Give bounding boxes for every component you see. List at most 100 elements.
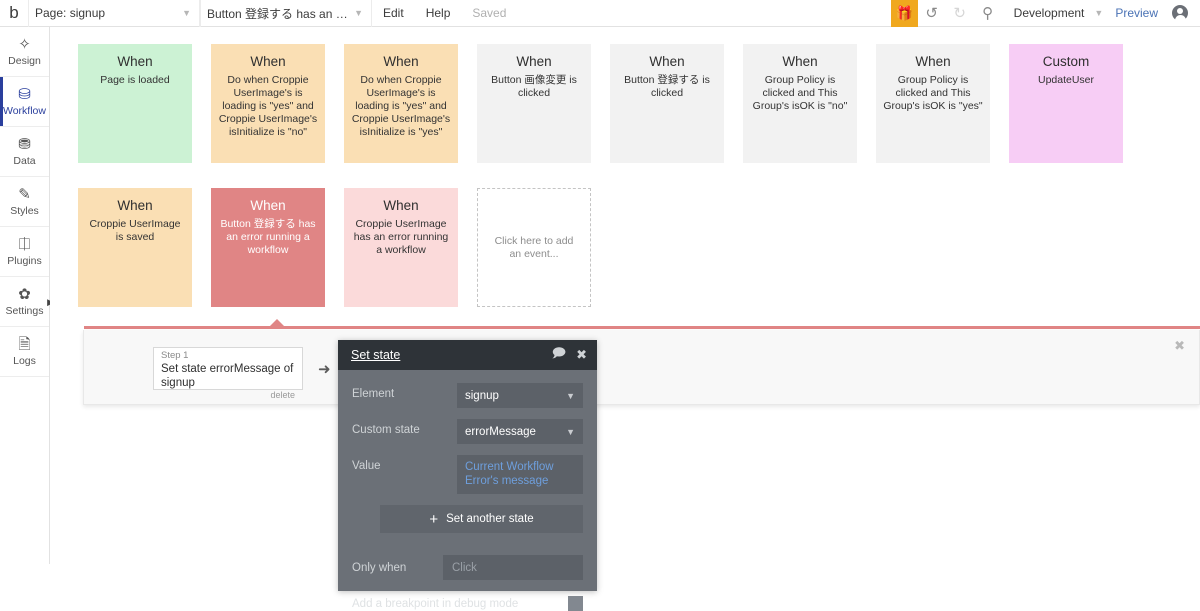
gift-icon[interactable]: 🎁 [890, 0, 918, 27]
field-label: Value [352, 460, 381, 472]
custom-state-select[interactable]: errorMessage ▼ [457, 419, 583, 444]
sidebar-item-styles[interactable]: ✎ Styles [0, 177, 49, 227]
event-card[interactable]: When Croppie UserImage is saved [78, 188, 192, 307]
sidebar-item-plugins[interactable]: ⎅ Plugins [0, 227, 49, 277]
element-select-value: signup [465, 389, 499, 402]
event-card-text: Do when Croppie UserImage's is loading i… [351, 74, 451, 138]
field-element: Element signup ▼ [352, 383, 583, 408]
value-expression[interactable]: Current Workflow Error's message [457, 455, 583, 494]
top-bar-right: 🎁 ↺ ↻ ⚲ Development ▼ Preview [890, 0, 1200, 27]
sidebar-item-label: Workflow [3, 104, 46, 117]
only-when-row: Only when Click [338, 555, 583, 580]
search-icon[interactable]: ⚲ [974, 0, 1002, 27]
sidebar-item-label: Logs [13, 354, 36, 367]
left-sidebar: ✧ Design ⛁ Workflow ⛃ Data ✎ Styles ⎅ Pl… [0, 27, 54, 564]
event-card[interactable]: Custom UpdateUser [1009, 44, 1123, 163]
sidebar-item-design[interactable]: ✧ Design [0, 27, 49, 77]
avatar[interactable] [1172, 5, 1188, 21]
selected-event-pointer [269, 319, 285, 327]
event-card-text: Group Policy is clicked and This Group's… [883, 74, 983, 112]
plus-icon: + [429, 510, 439, 528]
workflow-icon: ⛁ [18, 85, 31, 103]
sidebar-item-label: Styles [10, 204, 39, 217]
help-menu[interactable]: Help [415, 6, 462, 20]
set-another-state-button[interactable]: + Set another state [380, 505, 583, 533]
event-card-text: Group Policy is clicked and This Group's… [752, 74, 848, 112]
event-card-kind: When [516, 54, 552, 69]
version-selector-label[interactable]: Development [1002, 6, 1089, 20]
field-label: Custom state [352, 424, 420, 436]
arrow-right-icon[interactable]: ➜ [318, 360, 331, 378]
event-card-kind: Custom [1042, 54, 1090, 69]
event-card-kind: When [117, 54, 153, 69]
workflow-selector[interactable]: Button 登録する has an error ru... ▼ [200, 0, 372, 27]
sidebar-item-settings[interactable]: ✿ Settings [0, 277, 49, 327]
only-when-input[interactable]: Click [443, 555, 583, 580]
edit-menu[interactable]: Edit [372, 6, 415, 20]
dialog-title: Set state [351, 348, 401, 362]
close-icon[interactable]: ✖ [576, 347, 587, 363]
event-card-kind: When [915, 54, 951, 69]
redo-icon[interactable]: ↻ [946, 0, 974, 27]
event-card-kind: When [250, 198, 286, 213]
data-icon: ⛃ [18, 135, 31, 153]
bubble-logo[interactable]: b [0, 3, 28, 23]
event-card-kind: When [250, 54, 286, 69]
event-card[interactable]: When Croppie UserImage has an error runni… [344, 188, 458, 307]
close-icon[interactable]: ✖ [1174, 338, 1185, 354]
event-card[interactable]: When Do when Croppie UserImage's is loadi… [211, 44, 325, 163]
page-selector-label: Page: signup [35, 6, 106, 20]
event-card-text: Page is loaded [100, 74, 170, 86]
event-row-2: When Croppie UserImage is saved When Button… [78, 188, 1123, 307]
event-card[interactable]: When Button 画像変更 is clicked [477, 44, 591, 163]
preview-button[interactable]: Preview [1103, 6, 1170, 20]
event-cards: When Page is loaded When Do when Croppie Us… [78, 44, 1123, 332]
event-card-text: Button 登録する is clicked [624, 74, 710, 99]
dialog-header: Set state 🗩 ✖ [338, 340, 597, 370]
undo-icon[interactable]: ↺ [918, 0, 946, 27]
breakpoint-row: Add a breakpoint in debug mode [338, 596, 583, 611]
event-card[interactable]: When Group Policy is clicked and This Gro… [743, 44, 857, 163]
workflow-step-1[interactable]: Step 1 Set state errorMessage of signup … [153, 347, 303, 400]
event-row-1: When Page is loaded When Do when Croppie Us… [78, 44, 1123, 163]
event-card[interactable]: When Button 登録する has an error running a w… [211, 188, 325, 307]
event-card[interactable]: When Page is loaded [78, 44, 192, 163]
sidebar-item-workflow[interactable]: ⛁ Workflow [0, 77, 49, 127]
step-number-label: Step 1 [161, 350, 189, 361]
top-bar: b Page: signup ▼ Button 登録する has an erro… [0, 0, 1200, 27]
sidebar-item-data[interactable]: ⛃ Data [0, 127, 49, 177]
event-card-text: UpdateUser [1037, 74, 1095, 86]
event-card[interactable]: When Button 登録する is clicked [610, 44, 724, 163]
styles-icon: ✎ [18, 185, 31, 203]
set-state-dialog: Set state 🗩 ✖ Element signup ▼ Custom st… [338, 340, 597, 611]
set-another-state-label: Set another state [446, 513, 534, 525]
breakpoint-checkbox[interactable] [568, 596, 583, 611]
sidebar-item-logs[interactable]: 🗎 Logs [0, 327, 49, 377]
sidebar-item-label: Data [13, 154, 36, 167]
event-card-kind: When [782, 54, 818, 69]
chevron-down-icon: ▼ [182, 8, 191, 18]
event-card-text: Do when Croppie UserImage's is loading i… [218, 74, 318, 138]
sidebar-item-label: Settings [5, 304, 44, 317]
event-card-kind: When [117, 198, 153, 213]
event-card-text: Button 画像変更 is clicked [491, 74, 577, 99]
breakpoint-label: Add a breakpoint in debug mode [352, 597, 519, 610]
element-select[interactable]: signup ▼ [457, 383, 583, 408]
event-card-kind: When [383, 54, 419, 69]
saved-status: Saved [472, 6, 507, 20]
event-card[interactable]: When Do when Croppie UserImage's is loadi… [344, 44, 458, 163]
comment-icon[interactable]: 🗩 [552, 344, 566, 366]
chevron-down-icon[interactable]: ▼ [1094, 8, 1103, 18]
selected-event-separator [84, 319, 1200, 329]
page-selector[interactable]: Page: signup ▼ [28, 0, 200, 27]
workflow-canvas: When Page is loaded When Do when Croppie Us… [50, 27, 1200, 611]
only-when-label: Only when [352, 561, 407, 574]
plugins-icon: ⎅ [18, 235, 31, 253]
design-icon: ✧ [18, 35, 31, 53]
event-card[interactable]: When Group Policy is clicked and This Gro… [876, 44, 990, 163]
step-delete-button[interactable]: delete [161, 390, 295, 401]
add-event-card[interactable]: Click here to add an event... [477, 188, 591, 307]
workflow-selector-label: Button 登録する has an error ru... [207, 6, 348, 21]
workflow-steps-panel: ✖ Step 1 Set state errorMessage of signu… [83, 330, 1200, 405]
custom-state-select-value: errorMessage [465, 425, 536, 438]
